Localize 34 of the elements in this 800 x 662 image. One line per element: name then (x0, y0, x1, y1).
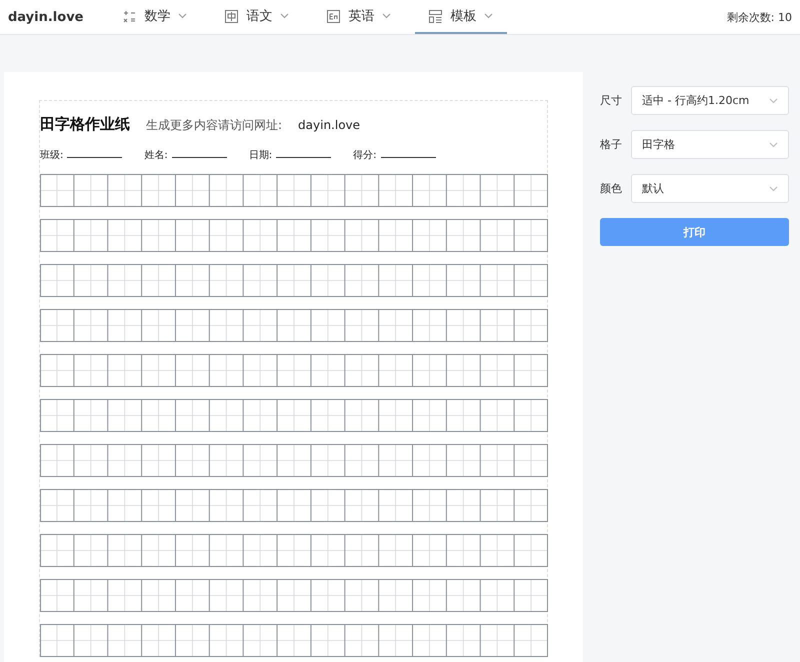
template-icon (429, 10, 442, 22)
nav-menu-item[interactable]: 语文 (211, 0, 304, 34)
fill-in-field: 得分: (353, 148, 436, 162)
chevron-down-icon (178, 13, 188, 19)
nav-menu-item[interactable]: 英语 (313, 0, 406, 34)
character-box-icon (225, 10, 238, 22)
chevron-down-icon (280, 13, 290, 19)
math-symbols-icon (123, 10, 136, 22)
nav-menu-label: 数学 (144, 8, 170, 25)
worksheet-title: 田字格作业纸 (40, 115, 130, 134)
en-box-icon (327, 10, 340, 22)
fill-in-field: 姓名: (144, 148, 227, 162)
nav-menu-label: 英语 (348, 8, 374, 25)
setting-select[interactable]: 默认 (631, 174, 789, 203)
setting-select[interactable]: 适中 - 行高约1.20cm (631, 86, 789, 115)
nav-menu-item[interactable]: 数学 (109, 0, 202, 34)
nav-menu-item[interactable]: 模板 (415, 0, 508, 34)
worksheet-note: 生成更多内容请访问网址: (146, 117, 282, 134)
site-logo-text[interactable]: dayin.love (8, 10, 84, 24)
fill-in-field: 日期: (248, 148, 332, 162)
worksheet-site-text: dayin.love (298, 118, 360, 132)
remaining-count-text: 剩余次数: 10 (726, 10, 792, 24)
chevron-down-icon (769, 98, 778, 104)
nav-menu-label: 语文 (246, 8, 272, 25)
setting-label: 尺寸 (600, 93, 623, 108)
setting-select[interactable]: 田字格 (631, 130, 789, 159)
nav-menu-label: 模板 (450, 8, 476, 25)
chevron-down-icon (484, 13, 494, 19)
fill-in-field: 班级: (40, 148, 122, 162)
setting-label: 颜色 (600, 181, 623, 196)
chevron-down-icon (382, 13, 392, 19)
chevron-down-icon (769, 186, 778, 192)
chevron-down-icon (769, 142, 778, 148)
setting-label: 格子 (600, 137, 623, 152)
